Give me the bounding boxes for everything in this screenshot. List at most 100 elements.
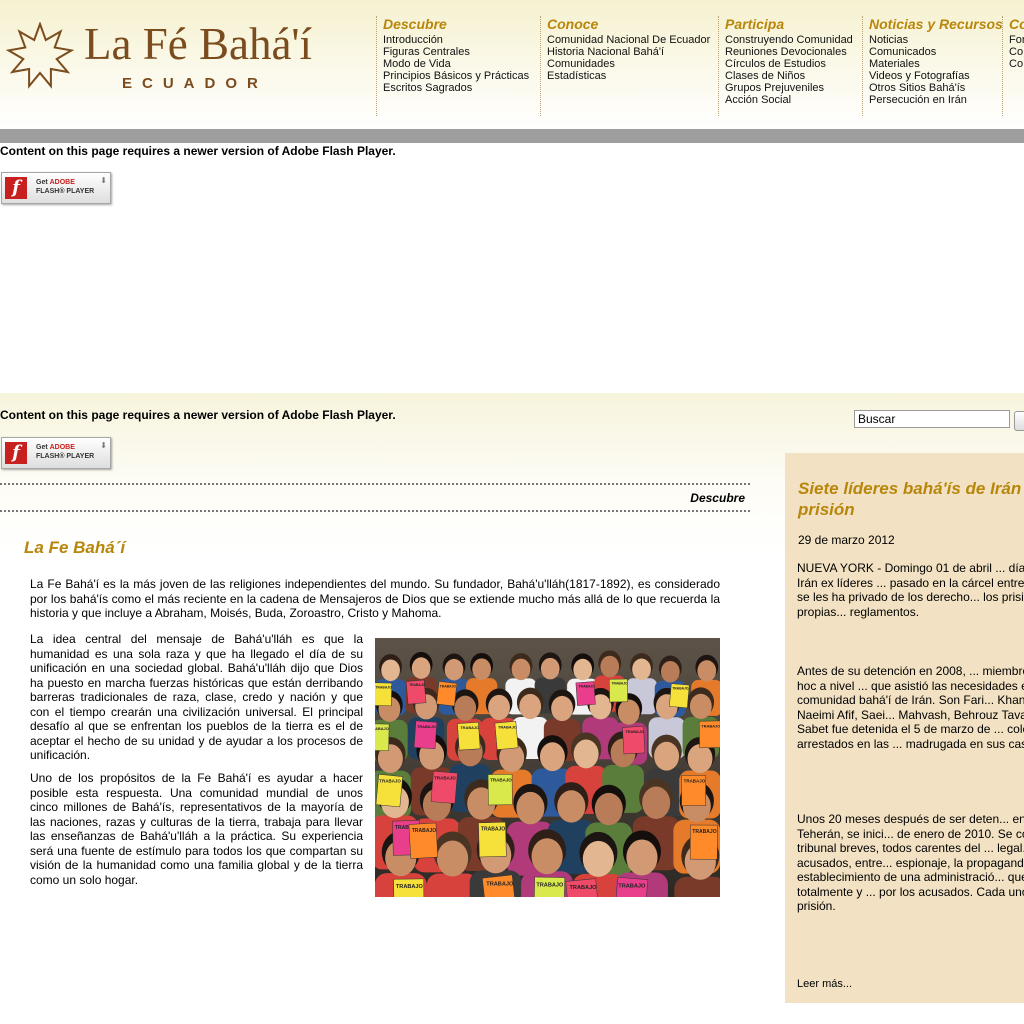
nav-link-videos[interactable]: Videos y Fotografías xyxy=(869,70,1003,82)
article-title: La Fe Bahá´í xyxy=(24,538,126,557)
nav-link-persecucion[interactable]: Persecución en Irán xyxy=(869,94,1003,106)
photo-booklet-label: TRABAJO xyxy=(379,779,401,784)
nav-heading-descubre[interactable]: Descubre xyxy=(383,16,529,33)
nav-link-estadisticas[interactable]: Estadísticas xyxy=(547,70,710,82)
photo-person-face xyxy=(444,658,464,681)
photo-person-face xyxy=(632,658,651,681)
photo-person-face xyxy=(472,658,492,680)
nav-link-materiales[interactable]: Materiales xyxy=(869,58,1003,70)
photo-booklet-label: TRABAJO xyxy=(692,829,716,835)
photo-person-face xyxy=(454,695,477,721)
photo-booklet-label: TRABAJO xyxy=(440,685,457,689)
nav-link-contacto-3[interactable]: Co xyxy=(1009,58,1024,70)
article-paragraph-3: Uno de los propósitos de la Fe Bahá'í es… xyxy=(30,771,363,887)
search-input[interactable] xyxy=(854,410,1010,428)
photo-person-face xyxy=(689,693,712,719)
nav-link-accion-social[interactable]: Acción Social xyxy=(725,94,853,106)
photo-booklet-label: TRABAJO xyxy=(434,775,456,780)
photo-booklet-label: TRABAJO xyxy=(570,885,598,891)
photo-person-face xyxy=(519,693,542,720)
photo-person-face xyxy=(642,786,671,819)
gray-divider-bar xyxy=(0,129,1024,143)
nav-column-noticias: Noticias y Recursos Noticias Comunicados… xyxy=(862,16,1003,116)
photo-person-face xyxy=(697,660,717,682)
photo-booklet-label: TRABAJO xyxy=(498,724,517,729)
photo-person-face xyxy=(539,742,565,772)
flash-logo-icon: f xyxy=(5,177,27,199)
photo-person-face xyxy=(573,658,593,681)
get-flash-player-button[interactable]: f Get ADOBE FLASH® PLAYER ⬇ xyxy=(1,172,111,204)
nav-heading-noticias[interactable]: Noticias y Recursos xyxy=(869,16,1003,33)
photo-person-face xyxy=(511,658,531,681)
nav-link-contacto-1[interactable]: For xyxy=(1009,34,1024,46)
nav-link-prejuveniles[interactable]: Grupos Prejuveniles xyxy=(725,82,853,94)
photo-person-face xyxy=(582,840,614,877)
nav-link-principios[interactable]: Principios Básicos y Prácticas xyxy=(383,70,529,82)
nav-heading-participa[interactable]: Participa xyxy=(725,16,853,33)
photo-booklet-label: TRABAJO xyxy=(672,687,689,691)
photo-person-face xyxy=(411,657,431,679)
photo-person-face xyxy=(551,695,573,722)
nav-link-construyendo[interactable]: Construyendo Comunidad xyxy=(725,34,853,46)
photo-person-face xyxy=(687,744,713,773)
nav-link-modo-de-vida[interactable]: Modo de Vida xyxy=(383,58,529,70)
get-flash-player-button-2[interactable]: f Get ADOBE FLASH® PLAYER ⬇ xyxy=(1,437,111,469)
section-label: Descubre xyxy=(690,491,745,505)
photo-person-body xyxy=(674,876,720,897)
nav-link-circulos[interactable]: Círculos de Estudios xyxy=(725,58,853,70)
search-button[interactable] xyxy=(1014,411,1024,431)
nav-link-contacto-2[interactable]: Co xyxy=(1009,46,1024,58)
nav-link-historia-nacional[interactable]: Historia Nacional Bahá'í xyxy=(547,46,710,58)
news-title[interactable]: Siete líderes bahá'ís de Irán ... días d… xyxy=(798,478,1024,520)
photo-booklet-label: TRABAJO xyxy=(618,883,646,889)
nav-link-figuras-centrales[interactable]: Figuras Centrales xyxy=(383,46,529,58)
photo-person-face xyxy=(654,741,680,771)
photo-person-face xyxy=(540,657,560,680)
photo-booklet-label: TRABAJO xyxy=(579,685,596,689)
photo-person-face xyxy=(660,660,680,683)
logo-subtitle: ECUADOR xyxy=(122,75,268,92)
logo-title[interactable]: La Fé Bahá'í xyxy=(84,22,312,67)
download-arrow-icon: ⬇ xyxy=(100,176,107,185)
photo-booklet-label: TRABAJO xyxy=(536,882,564,888)
photo-booklet-label: TRABAJO xyxy=(460,725,479,730)
nav-link-comunidad-nacional[interactable]: Comunidad Nacional De Ecuador xyxy=(547,34,710,46)
photo-booklet-label: TRABAJO xyxy=(396,884,424,890)
nav-link-clases-ninos[interactable]: Clases de Niños xyxy=(725,70,853,82)
photo-person-face xyxy=(381,659,400,682)
news-paragraph-3: Unos 20 meses después de ser deten... en… xyxy=(797,812,1024,913)
news-date: 29 de marzo 2012 xyxy=(798,533,895,547)
nav-column-contacto: Co For Co Co xyxy=(1002,16,1024,116)
photo-person-face xyxy=(594,792,623,826)
read-more-link[interactable]: Leer más... xyxy=(797,978,852,990)
nav-heading-conoce[interactable]: Conoce xyxy=(547,16,710,33)
photo-booklet-label: TRABAJO xyxy=(409,683,426,687)
photo-person-face xyxy=(531,838,563,875)
photo-person-face xyxy=(600,655,620,678)
nav-link-noticias[interactable]: Noticias xyxy=(869,34,1003,46)
group-photo-illustration: TRABAJO TRABAJO TRABAJO TRABAJO TRABAJO TRABA… xyxy=(375,638,720,897)
photo-person-face xyxy=(516,791,545,825)
flash-required-message: Content on this page requires a newer ve… xyxy=(0,144,396,158)
nav-link-comunicados[interactable]: Comunicados xyxy=(869,46,1003,58)
photo-booklet-label: TRABAJO xyxy=(375,685,392,689)
nav-column-conoce: Conoce Comunidad Nacional De Ecuador His… xyxy=(540,16,710,116)
photo-person-face xyxy=(488,694,510,721)
nav-link-devocionales[interactable]: Reuniones Devocionales xyxy=(725,46,853,58)
nav-link-comunidades[interactable]: Comunidades xyxy=(547,58,710,70)
photo-booklet-label: TRABAJO xyxy=(486,881,514,887)
photo-booklet-label: TRABAJO xyxy=(625,729,644,734)
photo-person-face xyxy=(573,739,599,769)
article-paragraph-1: La Fe Bahá'í es la más joven de las reli… xyxy=(30,577,720,620)
photo-booklet-label: TRABAJO xyxy=(684,779,706,784)
nine-pointed-star-icon xyxy=(6,22,74,89)
photo-person-face xyxy=(617,699,640,725)
flash-logo-icon: f xyxy=(5,442,27,464)
nav-link-otros-sitios[interactable]: Otros Sitios Bahá'ís xyxy=(869,82,1003,94)
nav-heading-contacto[interactable]: Co xyxy=(1009,16,1024,33)
photo-person-face xyxy=(626,839,658,876)
nav-link-introduccion[interactable]: Introducción xyxy=(383,34,529,46)
photo-booklet-label: TRABAJO xyxy=(417,724,436,729)
nav-link-escritos[interactable]: Escritos Sagrados xyxy=(383,82,529,94)
photo-booklet-label: TRABAJO xyxy=(490,778,512,783)
